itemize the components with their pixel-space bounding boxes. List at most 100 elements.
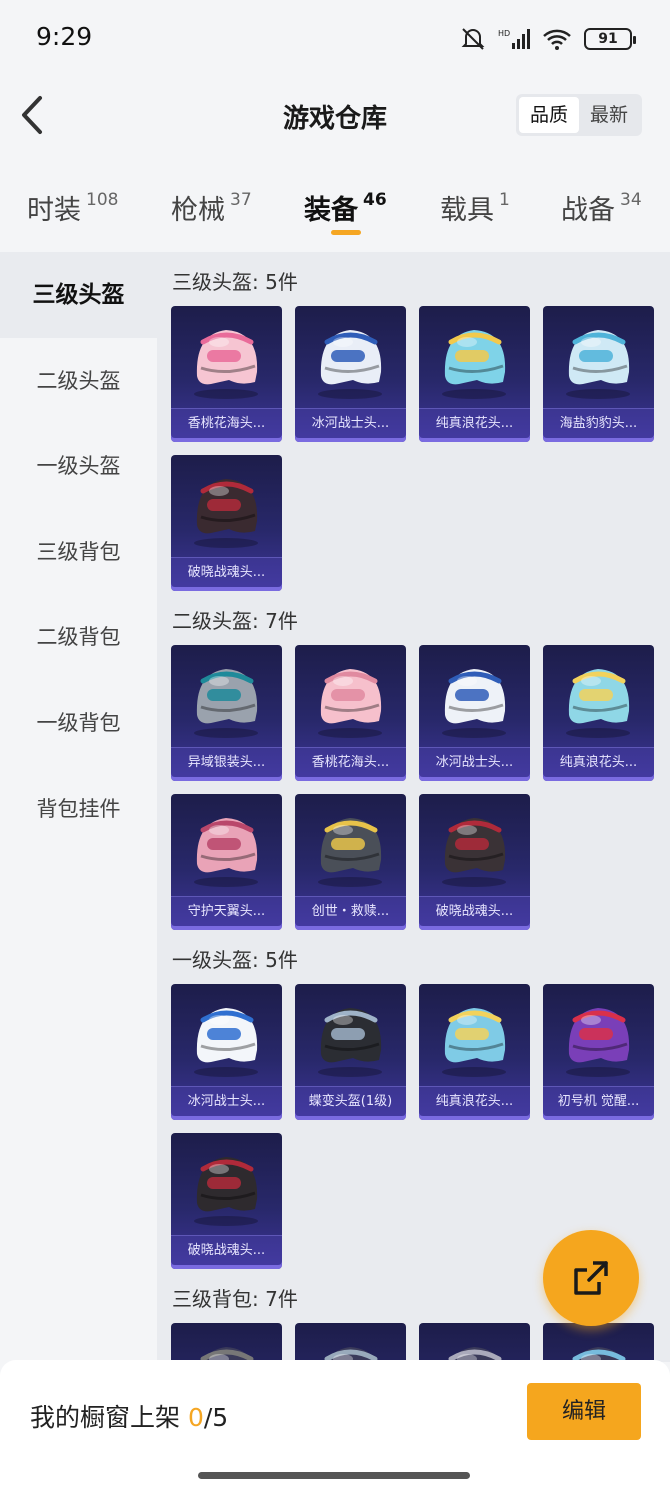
- item-card[interactable]: 破晓战魂头...: [171, 1133, 282, 1269]
- item-card[interactable]: 破晓战魂头...: [419, 794, 530, 930]
- bottom-bar: 我的橱窗上架 0/5 编辑: [0, 1360, 670, 1490]
- tab-count: 37: [230, 190, 252, 210]
- item-name: 海盐豹豹头...: [543, 408, 654, 438]
- tab-count: 1: [499, 190, 510, 210]
- backpack-icon: [572, 1347, 626, 1362]
- wifi-icon: [543, 29, 571, 50]
- sidebar: 三级头盔 二级头盔 一级头盔 三级背包 二级背包 一级背包 背包挂件: [0, 252, 157, 1362]
- sidebar-item-backpack-pendant[interactable]: 背包挂件: [0, 766, 157, 852]
- mute-bell-icon: [461, 28, 485, 50]
- showcase-status: 我的橱窗上架 0/5: [30, 1398, 228, 1434]
- item-name: 冰河战士头...: [171, 1086, 282, 1116]
- status-time: 9:29: [36, 22, 93, 51]
- item-card[interactable]: [295, 1323, 406, 1362]
- status-icons: HD 91: [460, 22, 636, 56]
- item-name: 初号机 觉醒...: [543, 1086, 654, 1116]
- item-name: 蝶变头盔(1级): [295, 1086, 406, 1116]
- item-card[interactable]: 初号机 觉醒...: [543, 984, 654, 1120]
- header: 游戏仓库 品质 最新: [0, 76, 670, 156]
- section-title: 三级头盔: 5件: [172, 270, 298, 294]
- svg-text:HD: HD: [498, 29, 510, 38]
- sort-quality-option[interactable]: 品质: [519, 97, 579, 133]
- showcase-count: 0: [187, 1403, 204, 1432]
- item-card[interactable]: 香桃花海头...: [295, 645, 406, 781]
- tab-label: 载具: [440, 195, 494, 226]
- helmet-level3-icon: [442, 330, 506, 399]
- tab-count: 46: [363, 190, 387, 210]
- item-name: 破晓战魂头...: [171, 1235, 282, 1265]
- item-name: 纯真浪花头...: [419, 408, 530, 438]
- helmet-level2-icon: [566, 669, 630, 738]
- tab-label: 战备: [561, 195, 615, 226]
- item-card[interactable]: 蝶变头盔(1级): [295, 984, 406, 1120]
- tab-label: 枪械: [171, 195, 225, 226]
- showcase-label: 我的橱窗上架: [30, 1403, 188, 1432]
- item-card[interactable]: 纯真浪花头...: [419, 984, 530, 1120]
- sidebar-item-level2-helmet[interactable]: 二级头盔: [0, 338, 157, 424]
- item-card[interactable]: [419, 1323, 530, 1362]
- share-icon: [574, 1261, 608, 1295]
- tab-vehicles[interactable]: 载具 1: [440, 188, 510, 227]
- item-name: 香桃花海头...: [295, 747, 406, 777]
- item-name: 守护天翼头...: [171, 896, 282, 926]
- tab-label: 时装: [27, 195, 81, 226]
- helmet-level1-icon: [442, 1008, 506, 1077]
- item-card[interactable]: 海盐豹豹头...: [543, 306, 654, 442]
- share-button[interactable]: [543, 1230, 639, 1326]
- item-card[interactable]: 冰河战士头...: [171, 984, 282, 1120]
- tab-label: 装备: [304, 195, 358, 226]
- active-tab-indicator: [331, 230, 361, 235]
- helmet-level3-icon: [194, 330, 258, 399]
- helmet-level3-icon: [194, 479, 258, 548]
- item-card[interactable]: 纯真浪花头...: [543, 645, 654, 781]
- helmet-level3-icon: [318, 330, 382, 399]
- sidebar-item-level1-helmet[interactable]: 一级头盔: [0, 423, 157, 509]
- section-title: 二级头盔: 7件: [172, 609, 298, 633]
- sort-newest-option[interactable]: 最新: [579, 97, 639, 133]
- helmet-level1-icon: [318, 1008, 382, 1077]
- battery-indicator: 91: [584, 28, 636, 50]
- item-card[interactable]: 香桃花海头...: [171, 306, 282, 442]
- helmet-level2-icon: [442, 818, 506, 887]
- item-name: 创世・救赎...: [295, 896, 406, 926]
- tab-guns[interactable]: 枪械 37: [171, 188, 252, 227]
- tab-equipment[interactable]: 装备 46: [304, 188, 387, 227]
- item-name: 破晓战魂头...: [171, 557, 282, 587]
- item-grid: 三级头盔: 5件香桃花海头... 冰河战士头... 纯真浪花头... 海盐豹豹头...…: [157, 252, 670, 1362]
- section-title: 一级头盔: 5件: [172, 948, 298, 972]
- item-card[interactable]: [543, 1323, 654, 1362]
- item-card[interactable]: [171, 1323, 282, 1362]
- item-card[interactable]: 异域银装头...: [171, 645, 282, 781]
- item-card[interactable]: 破晓战魂头...: [171, 455, 282, 591]
- sidebar-item-level3-helmet[interactable]: 三级头盔: [0, 252, 157, 338]
- item-card[interactable]: 纯真浪花头...: [419, 306, 530, 442]
- backpack-icon: [200, 1347, 254, 1362]
- item-card[interactable]: 创世・救赎...: [295, 794, 406, 930]
- showcase-total: /5: [203, 1403, 229, 1432]
- item-name: 冰河战士头...: [419, 747, 530, 777]
- home-indicator[interactable]: [198, 1472, 470, 1479]
- tab-fashion[interactable]: 时装 108: [27, 188, 118, 227]
- item-card[interactable]: 冰河战士头...: [419, 645, 530, 781]
- helmet-level1-icon: [194, 1008, 258, 1077]
- item-name: 异域银装头...: [171, 747, 282, 777]
- tab-count: 34: [620, 190, 642, 210]
- item-name: 纯真浪花头...: [543, 747, 654, 777]
- item-card[interactable]: 守护天翼头...: [171, 794, 282, 930]
- item-name: 破晓战魂头...: [419, 896, 530, 926]
- helmet-level3-icon: [566, 330, 630, 399]
- helmet-level2-icon: [442, 669, 506, 738]
- sidebar-item-level1-backpack[interactable]: 一级背包: [0, 680, 157, 766]
- helmet-level1-icon: [194, 1157, 258, 1226]
- sidebar-item-level2-backpack[interactable]: 二级背包: [0, 594, 157, 680]
- item-name: 冰河战士头...: [295, 408, 406, 438]
- item-card[interactable]: 冰河战士头...: [295, 306, 406, 442]
- item-name: 纯真浪花头...: [419, 1086, 530, 1116]
- tab-supplies[interactable]: 战备 34: [561, 188, 642, 227]
- signal-icon: HD: [498, 29, 530, 49]
- edit-button[interactable]: 编辑: [527, 1383, 641, 1440]
- sidebar-item-level3-backpack[interactable]: 三级背包: [0, 509, 157, 595]
- category-tabs: 时装 108 枪械 37 装备 46 载具 1 战备 34: [0, 170, 670, 250]
- section-title: 三级背包: 7件: [172, 1287, 298, 1311]
- helmet-level2-icon: [194, 669, 258, 738]
